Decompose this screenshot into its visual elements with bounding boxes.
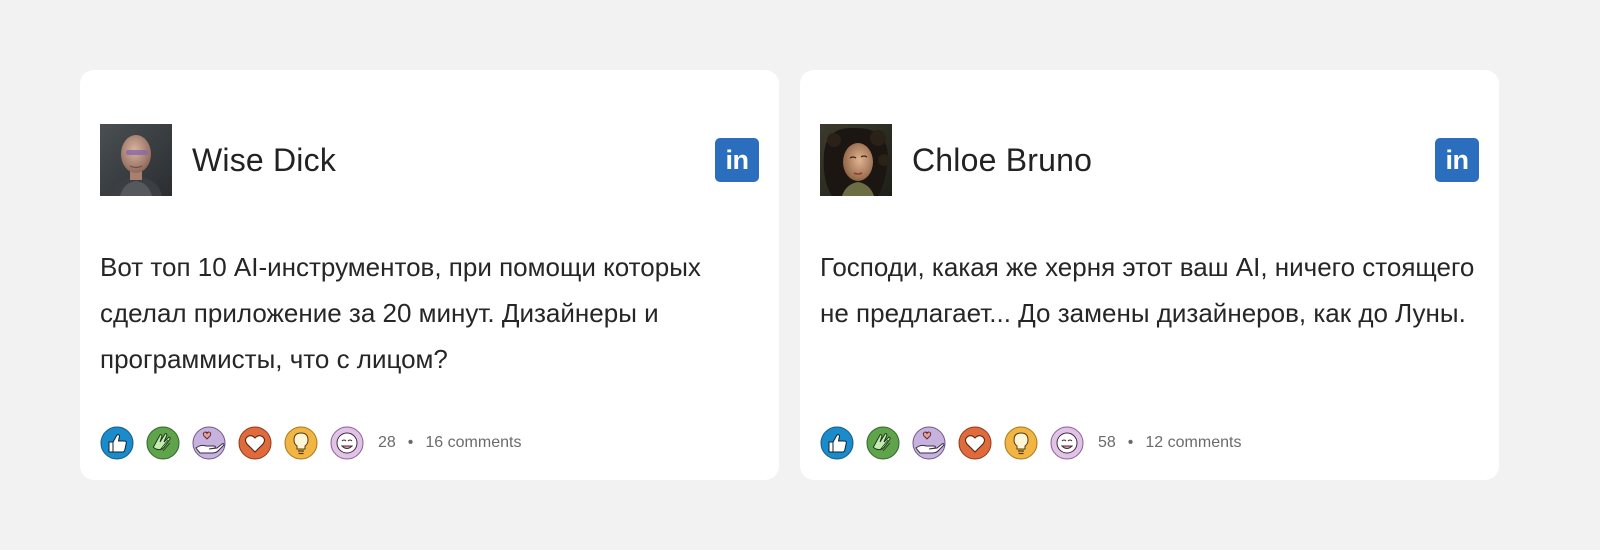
- insightful-icon[interactable]: [1004, 426, 1038, 460]
- funny-icon[interactable]: [1050, 426, 1084, 460]
- linkedin-icon[interactable]: in: [715, 138, 759, 182]
- celebrate-icon[interactable]: [866, 426, 900, 460]
- separator-dot: •: [407, 434, 414, 451]
- author-name[interactable]: Wise Dick: [192, 142, 336, 178]
- love-icon[interactable]: [958, 426, 992, 460]
- reactions-count[interactable]: 28: [378, 434, 396, 452]
- like-icon[interactable]: [100, 426, 134, 460]
- comments-link[interactable]: 12 comments: [1145, 434, 1241, 452]
- post-card: Wise Dick in Вот топ 10 AI-инструментов,…: [80, 70, 779, 480]
- linkedin-icon[interactable]: in: [1435, 138, 1479, 182]
- like-icon[interactable]: [820, 426, 854, 460]
- comments-link[interactable]: 16 comments: [425, 434, 521, 452]
- post-card: Chloe Bruno in Господи, какая же херня э…: [800, 70, 1499, 480]
- post-text: Вот топ 10 AI-инструментов, при помощи к…: [100, 252, 701, 374]
- love-icon[interactable]: [238, 426, 272, 460]
- reactions-bar: 28 • 16 comments: [100, 425, 521, 461]
- funny-icon[interactable]: [330, 426, 364, 460]
- separator-dot: •: [1127, 434, 1134, 451]
- insightful-icon[interactable]: [284, 426, 318, 460]
- reactions-bar: 58 • 12 comments: [820, 425, 1241, 461]
- avatar[interactable]: [820, 124, 892, 196]
- support-icon[interactable]: [912, 426, 946, 460]
- author-name[interactable]: Chloe Bruno: [912, 142, 1092, 178]
- reactions-count[interactable]: 58: [1098, 434, 1116, 452]
- post-text: Господи, какая же херня этот ваш AI, нич…: [820, 252, 1475, 328]
- support-icon[interactable]: [192, 426, 226, 460]
- celebrate-icon[interactable]: [146, 426, 180, 460]
- avatar[interactable]: [100, 124, 172, 196]
